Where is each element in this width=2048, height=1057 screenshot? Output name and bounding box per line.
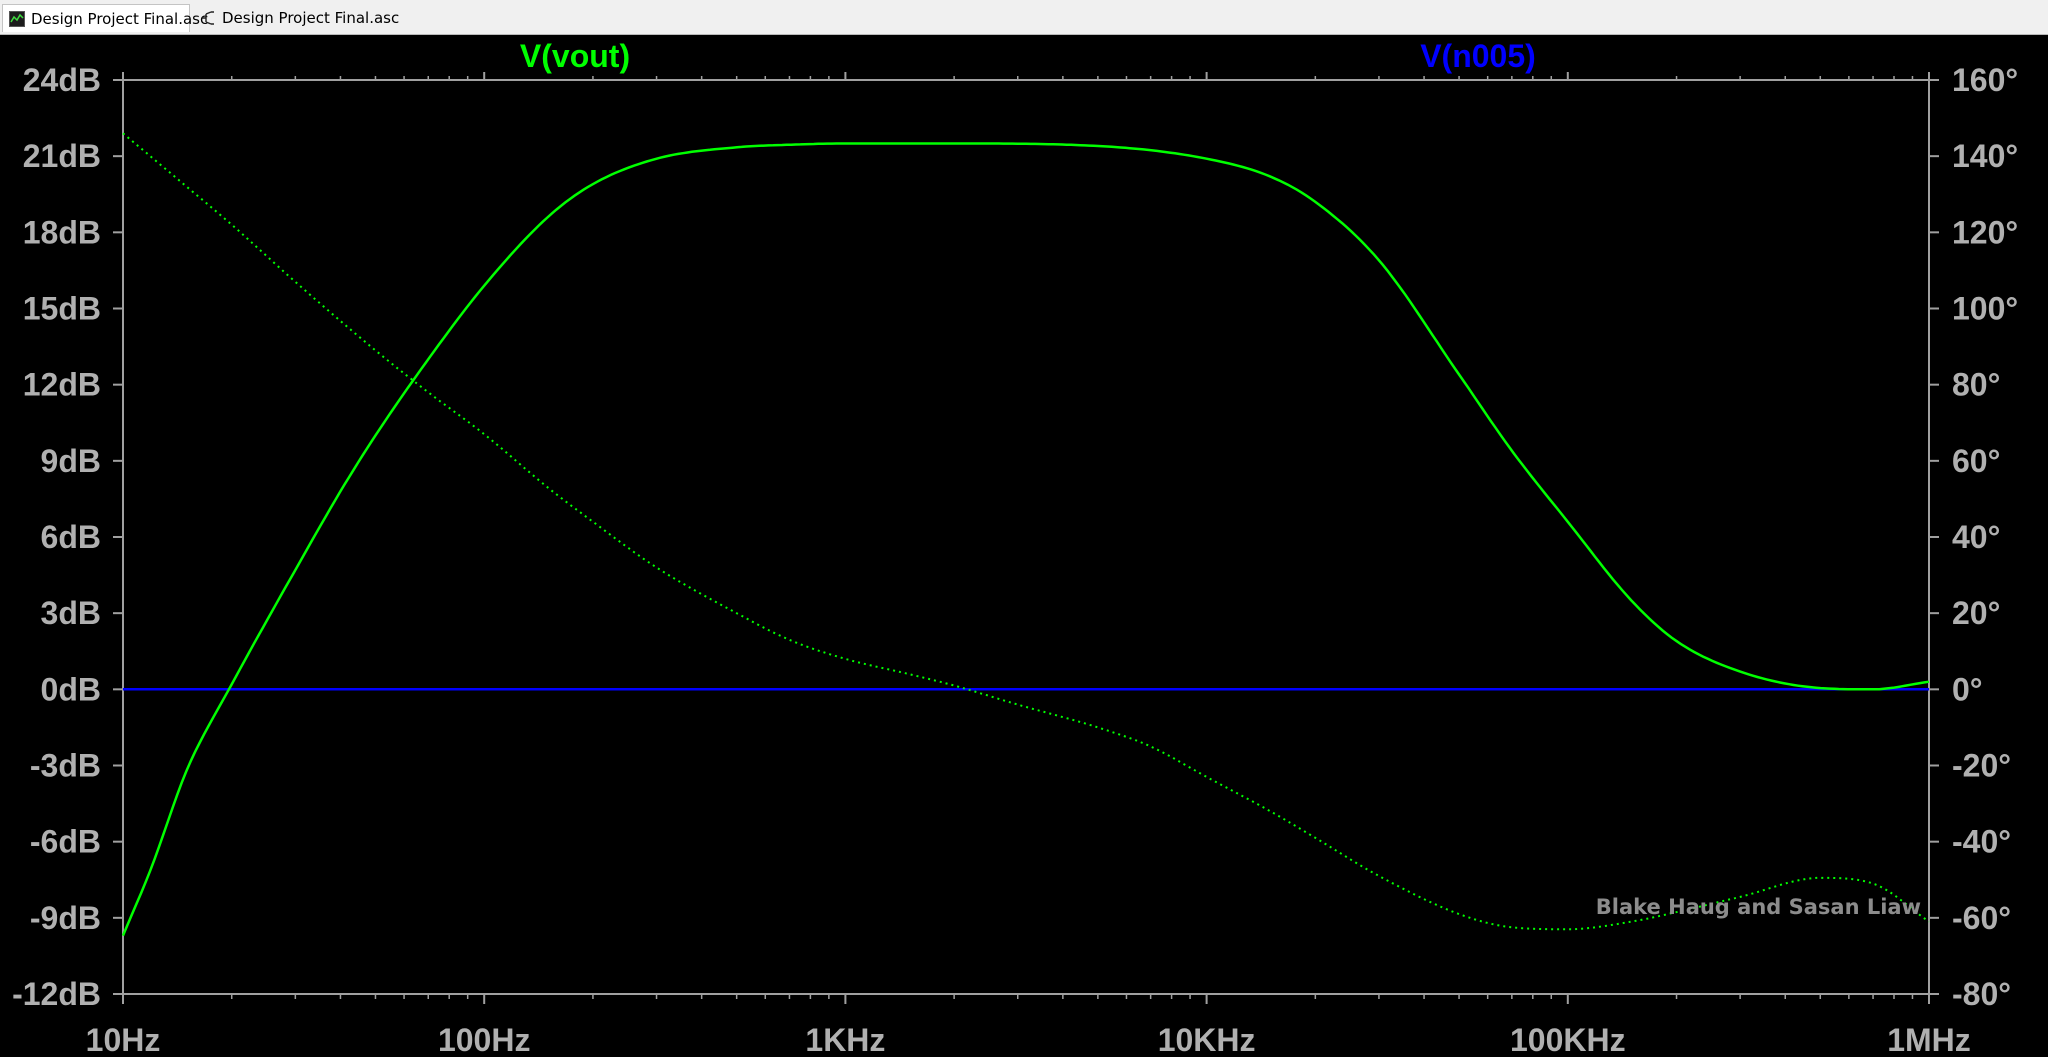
- tab-waveform[interactable]: Design Project Final.asc: [2, 4, 208, 32]
- x-tick-label: 100KHz: [1510, 1022, 1626, 1057]
- plot-frame: [122, 79, 1930, 995]
- watermark: Blake Haug and Sasan Liaw: [1596, 895, 1921, 919]
- y-left-tick-label: 9dB: [41, 443, 101, 479]
- tab-schematic[interactable]: Design Project Final.asc: [194, 4, 399, 32]
- y-right-tick-label: 120°: [1952, 214, 2018, 250]
- tab-schematic-label: Design Project Final.asc: [222, 9, 400, 27]
- traces: [121, 132, 1930, 937]
- y-right-tick-label: 80°: [1952, 367, 2000, 403]
- vout-phase-line: [122, 132, 1930, 931]
- plot-pane[interactable]: 10Hz 100Hz 1KHz 10KHz 100KHz 1MHz 24dB 21dB 18dB…: [0, 35, 2048, 1057]
- y-left-tick-label: 24dB: [23, 62, 101, 98]
- waveform-icon: [9, 10, 25, 27]
- y-left-tick-label: 18dB: [23, 214, 101, 250]
- y-left-tick-label: -12dB: [12, 976, 101, 1012]
- y-left-tick-label: 3dB: [41, 595, 101, 631]
- tick-marks: [113, 72, 1939, 1004]
- y-right-tick-label: -80°: [1952, 976, 2011, 1012]
- y-left-tick-label: 0dB: [41, 671, 101, 707]
- y-right-tick-label: -20°: [1952, 748, 2011, 784]
- x-tick-label: 10Hz: [86, 1022, 161, 1057]
- y-right-tick-label: 100°: [1952, 291, 2018, 327]
- y-right-tick-label: 20°: [1952, 595, 2000, 631]
- bode-plot[interactable]: 10Hz 100Hz 1KHz 10KHz 100KHz 1MHz 24dB 21dB 18dB…: [0, 35, 2048, 1057]
- x-tick-label: 1KHz: [805, 1022, 885, 1057]
- y-right-tick-label: 160°: [1952, 62, 2018, 98]
- vout-magnitude-line: [121, 142, 1930, 937]
- trace-title-vout[interactable]: V(vout): [520, 38, 630, 74]
- y-left-tick-label: -9dB: [30, 900, 101, 936]
- y-left-tick-label: -6dB: [30, 824, 101, 860]
- y-left-tick-label: 21dB: [23, 138, 101, 174]
- x-tick-label: 10KHz: [1158, 1022, 1256, 1057]
- y-right-tick-label: 60°: [1952, 443, 2000, 479]
- y-left-tick-label: -3dB: [30, 748, 101, 784]
- x-tick-label: 100Hz: [438, 1022, 531, 1057]
- y-left-tick-label: 12dB: [23, 367, 101, 403]
- schematic-icon: [200, 10, 216, 26]
- tab-waveform-label: Design Project Final.asc: [31, 9, 209, 28]
- y-right-tick-label: 0°: [1952, 671, 1983, 707]
- y-right-tick-label: 40°: [1952, 519, 2000, 555]
- tab-bar: Design Project Final.asc Design Project …: [0, 0, 2048, 35]
- trace-title-n005[interactable]: V(n005): [1420, 38, 1536, 74]
- y-right-tick-label: 140°: [1952, 138, 2018, 174]
- y-right-tick-label: -40°: [1952, 824, 2011, 860]
- y-left-tick-label: 6dB: [41, 519, 101, 555]
- y-right-tick-label: -60°: [1952, 900, 2011, 936]
- x-tick-label: 1MHz: [1887, 1022, 1971, 1057]
- y-left-tick-label: 15dB: [23, 291, 101, 327]
